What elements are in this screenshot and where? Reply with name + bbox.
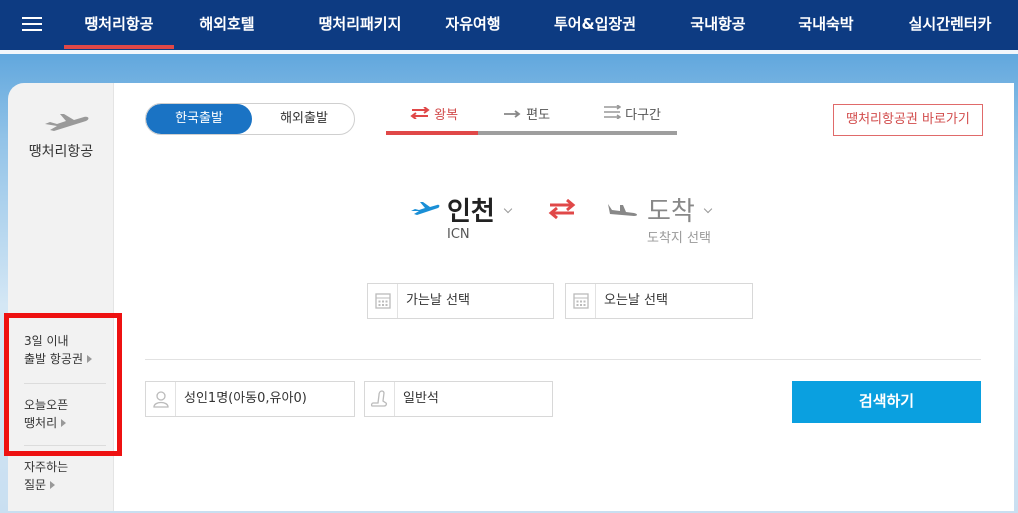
tab-one-way[interactable]: 편도 bbox=[480, 103, 572, 131]
tab-round-trip[interactable]: 왕복 bbox=[388, 103, 480, 131]
calendar-icon bbox=[368, 284, 398, 318]
destination-selector[interactable]: 도착 bbox=[647, 191, 713, 228]
destination-plane-icon bbox=[606, 201, 638, 221]
sidebar-title: 땡처리항공 bbox=[28, 144, 94, 160]
trip-tab-indicator bbox=[478, 131, 677, 135]
destination-placeholder: 도착지 선택 bbox=[647, 231, 711, 246]
origin-code: ICN bbox=[447, 227, 470, 242]
person-icon bbox=[146, 382, 176, 416]
sidebar-link-line2: 질문 bbox=[24, 478, 47, 492]
tab-korea-departure[interactable]: 한국출발 bbox=[146, 104, 252, 134]
top-nav: 땡처리항공 해외호텔 땡처리패키지 자유여행 투어&입장권 국내항공 국내숙박 … bbox=[0, 0, 1018, 50]
calendar-icon bbox=[566, 284, 596, 318]
discount-flights-shortcut-button[interactable]: 땡처리항공권 바로가기 bbox=[833, 104, 983, 136]
nav-item-overseas-hotels[interactable]: 해외호텔 bbox=[181, 0, 273, 50]
passenger-selector[interactable]: 성인1명(아동0,유아0) bbox=[145, 381, 355, 417]
cabin-class-selector[interactable]: 일반석 bbox=[364, 381, 553, 417]
departure-date-field[interactable]: 가는날 선택 bbox=[367, 283, 554, 319]
trip-type-label: 다구간 bbox=[625, 108, 662, 123]
nav-item-domestic-stays[interactable]: 국내숙박 bbox=[786, 0, 866, 50]
airplane-icon bbox=[44, 111, 90, 137]
origin-plane-icon bbox=[410, 201, 440, 221]
origin-selector[interactable]: 인천 bbox=[447, 191, 513, 228]
caret-right-icon bbox=[50, 481, 56, 489]
swap-icon[interactable] bbox=[547, 198, 577, 223]
trip-type-label: 왕복 bbox=[434, 108, 459, 123]
tab-multi-city[interactable]: 다구간 bbox=[584, 103, 680, 131]
departure-date-label: 가는날 선택 bbox=[406, 293, 470, 308]
nav-item-domestic-flights[interactable]: 국내항공 bbox=[678, 0, 758, 50]
chevron-down-icon bbox=[503, 204, 513, 214]
flight-search-panel: 한국출발 해외출발 왕복 편도 다구간 땡처리항공권 바로가기 인천 ICN 도… bbox=[114, 83, 1014, 511]
return-date-field[interactable]: 오는날 선택 bbox=[565, 283, 753, 319]
nav-item-discount-flights[interactable]: 땡처리항공 bbox=[64, 0, 174, 50]
divider bbox=[145, 359, 981, 360]
trip-type-label: 편도 bbox=[526, 108, 551, 123]
round-trip-icon bbox=[410, 106, 430, 123]
origin-city: 인천 bbox=[447, 197, 495, 227]
highlight-box bbox=[4, 313, 122, 456]
return-date-label: 오는날 선택 bbox=[604, 293, 668, 308]
chevron-down-icon bbox=[703, 204, 713, 214]
departure-region-toggle: 한국출발 해외출발 bbox=[145, 103, 355, 135]
trip-tab-indicator-active bbox=[386, 131, 478, 135]
nav-item-free-travel[interactable]: 자유여행 bbox=[433, 0, 513, 50]
nav-item-discount-packages[interactable]: 땡처리패키지 bbox=[300, 0, 420, 50]
tab-overseas-departure[interactable]: 해외출발 bbox=[252, 104, 354, 134]
seat-icon bbox=[365, 382, 395, 416]
multi-city-icon bbox=[603, 104, 622, 123]
destination-city: 도착 bbox=[647, 197, 695, 227]
sidebar-link-faq[interactable]: 자주하는 질문 bbox=[24, 458, 108, 494]
one-way-icon bbox=[502, 108, 522, 123]
search-button[interactable]: 검색하기 bbox=[792, 381, 981, 423]
passenger-label: 성인1명(아동0,유아0) bbox=[184, 391, 307, 406]
cabin-class-label: 일반석 bbox=[403, 391, 439, 406]
menu-icon[interactable] bbox=[22, 16, 42, 32]
nav-item-tours-tickets[interactable]: 투어&입장권 bbox=[548, 0, 642, 50]
nav-item-rental-car[interactable]: 실시간렌터카 bbox=[898, 0, 1002, 50]
sidebar-link-line1: 자주하는 bbox=[24, 460, 69, 474]
